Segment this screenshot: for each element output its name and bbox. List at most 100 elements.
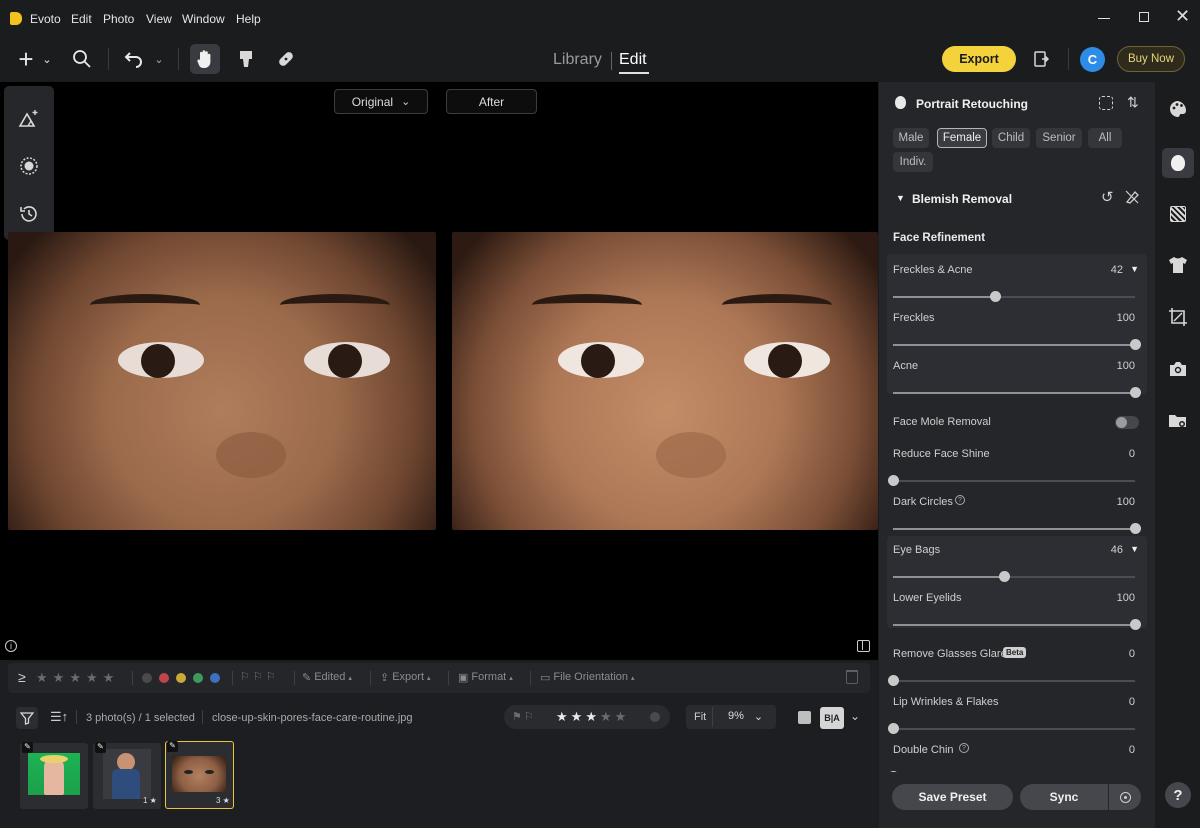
collapse-triangle-icon[interactable]: ▼ — [896, 193, 905, 203]
section-title[interactable]: Blemish Removal — [912, 192, 1012, 206]
sync-settings-button[interactable] — [1109, 784, 1141, 810]
menu-window[interactable]: Window — [182, 12, 225, 26]
color-label-dot[interactable] — [193, 673, 203, 683]
slider-track[interactable] — [893, 571, 1135, 582]
menu-help[interactable]: Help — [236, 12, 261, 26]
history-icon[interactable] — [17, 202, 41, 226]
slider-knob[interactable] — [1130, 619, 1141, 630]
slider-knob[interactable] — [888, 675, 899, 686]
info-icon[interactable]: i — [5, 640, 17, 652]
info-icon[interactable]: ? — [955, 495, 965, 505]
ai-enhance-icon[interactable] — [17, 106, 41, 130]
thumbnail[interactable]: ✎ — [20, 742, 88, 809]
brush-tool-icon[interactable] — [234, 46, 258, 72]
crop-icon[interactable] — [1167, 306, 1189, 328]
color-label-dot[interactable] — [159, 673, 169, 683]
star-icon[interactable]: ★ — [615, 709, 630, 724]
slider-track[interactable] — [888, 675, 1135, 686]
chevron-down-icon[interactable]: ⌄ — [40, 50, 54, 68]
eraser-icon[interactable] — [1125, 190, 1139, 204]
tab-library[interactable]: Library — [553, 51, 602, 69]
info-icon[interactable]: ? — [959, 743, 969, 753]
rating-filter[interactable]: ★★★★★ — [36, 670, 119, 686]
chip-senior[interactable]: Senior — [1036, 128, 1082, 148]
format-filter[interactable]: ▣ Format ▴ — [458, 671, 513, 684]
face-select-icon[interactable] — [1099, 96, 1113, 110]
buy-now-button[interactable]: Buy Now — [1117, 46, 1185, 72]
portrait-face-icon[interactable] — [1162, 148, 1194, 178]
color-label-dot[interactable] — [650, 712, 660, 722]
camera-icon[interactable] — [1167, 358, 1189, 380]
minimize-button[interactable] — [1098, 18, 1110, 19]
export-filter[interactable]: ⇪ Export ▴ — [380, 671, 431, 684]
split-view-icon[interactable] — [857, 640, 870, 652]
original-photo[interactable] — [8, 232, 436, 530]
chip-female[interactable]: Female — [937, 128, 987, 148]
chip-male[interactable]: Male — [893, 128, 929, 148]
slider-knob[interactable] — [999, 571, 1011, 582]
slider-value[interactable]: 0 — [1129, 448, 1135, 460]
image-canvas[interactable]: Original ⌄ After i — [0, 82, 878, 660]
zoom-dropdown[interactable]: 9% ⌄ — [728, 710, 763, 723]
save-preset-button[interactable]: Save Preset — [892, 784, 1013, 810]
slider-knob[interactable] — [1130, 523, 1141, 534]
sort-icon[interactable]: ☰↑ — [50, 709, 68, 725]
chevron-down-icon[interactable]: ⌄ — [152, 50, 166, 68]
thumbnail[interactable]: ✎ 1 ★ — [93, 742, 161, 809]
color-label-dot[interactable] — [210, 673, 220, 683]
chip-indiv[interactable]: Indiv. — [893, 152, 933, 172]
close-button[interactable]: ✕ — [1175, 6, 1190, 27]
edited-filter[interactable]: ✎ Edited ▴ — [302, 671, 352, 684]
filter-icon[interactable] — [16, 707, 38, 729]
slider-value[interactable]: 100 — [1117, 312, 1135, 324]
orientation-filter[interactable]: ▭ File Orientation ▴ — [540, 671, 635, 684]
color-label-filter[interactable] — [142, 673, 220, 683]
chip-child[interactable]: Child — [992, 128, 1030, 148]
star-icon[interactable]: ★ — [571, 709, 586, 724]
sync-button[interactable]: Sync — [1020, 784, 1108, 810]
reset-icon[interactable]: ↺ — [1101, 188, 1114, 206]
slider-track[interactable] — [888, 723, 1135, 734]
slider-value[interactable]: 0 — [1129, 696, 1135, 708]
chip-all[interactable]: All — [1088, 128, 1122, 148]
menu-view[interactable]: View — [146, 12, 172, 26]
chevron-down-icon[interactable]: ⌄ — [850, 709, 860, 723]
before-after-view-button[interactable]: B|A — [820, 707, 844, 729]
slider-knob[interactable] — [1130, 387, 1141, 398]
folder-settings-icon[interactable] — [1167, 410, 1189, 432]
menu-photo[interactable]: Photo — [103, 12, 134, 26]
slider-track[interactable] — [893, 619, 1141, 630]
slider-knob[interactable] — [888, 723, 899, 734]
slider-track[interactable] — [893, 387, 1141, 398]
maximize-button[interactable] — [1139, 12, 1149, 22]
slider-value[interactable]: 42 — [1111, 264, 1123, 276]
background-icon[interactable] — [1167, 203, 1189, 225]
star-icon[interactable]: ★ — [556, 709, 571, 724]
search-icon[interactable] — [70, 47, 94, 71]
add-icon[interactable]: + — [14, 44, 38, 74]
slider-value[interactable]: 100 — [1117, 496, 1135, 508]
slider-track[interactable] — [888, 475, 1135, 486]
export-button[interactable]: Export — [942, 46, 1016, 72]
menu-edit[interactable]: Edit — [71, 12, 92, 26]
adjust-icon[interactable]: ⇅ — [1127, 94, 1139, 111]
flag-filter[interactable]: ⚐⚐⚐ — [240, 670, 279, 683]
color-label-dot[interactable] — [142, 673, 152, 683]
bandage-icon[interactable] — [274, 46, 298, 72]
fit-button[interactable]: Fit — [694, 711, 706, 723]
hand-tool-icon[interactable] — [190, 44, 220, 74]
face-mole-toggle[interactable] — [1115, 416, 1139, 429]
slider-value[interactable]: 100 — [1117, 360, 1135, 372]
help-button[interactable]: ? — [1165, 782, 1191, 808]
slider-value[interactable]: 100 — [1117, 592, 1135, 604]
flag-icons[interactable]: ⚑⚐ — [512, 710, 536, 723]
slider-knob[interactable] — [888, 475, 899, 486]
star-icon[interactable]: ★ — [585, 709, 600, 724]
after-photo[interactable] — [452, 232, 878, 530]
slider-value[interactable]: 0 — [1129, 648, 1135, 660]
compare-panel-icon[interactable] — [1030, 47, 1054, 71]
slider-knob[interactable] — [1130, 339, 1141, 350]
slider-track[interactable] — [893, 291, 1135, 302]
thumbnail-selected[interactable]: ✎ 3 ★ — [165, 741, 234, 809]
photo-rating[interactable]: ★★★★★ — [556, 709, 629, 725]
